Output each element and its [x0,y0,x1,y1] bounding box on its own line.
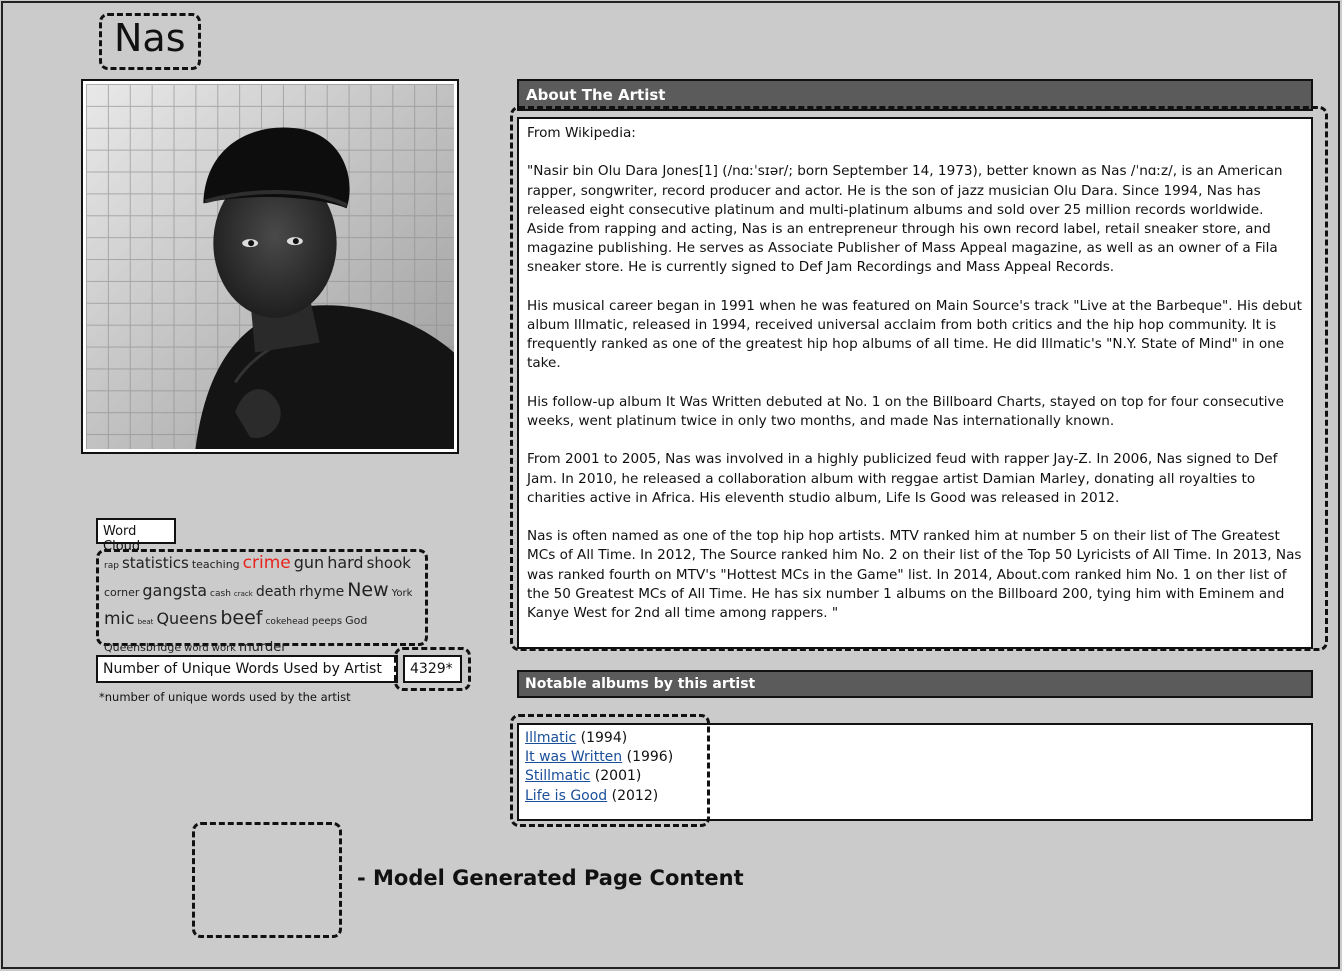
word-cloud-word: Queens [156,609,218,628]
word-cloud: rap statistics teaching crime gun hard shook co… [104,551,424,661]
legend-swatch [192,822,342,938]
album-year: (2001) [590,768,642,785]
albums-list: Illmatic (1994) It was Written (1996) Stil… [525,729,673,806]
legend-text: - Model Generated Page Content [357,866,744,890]
about-paragraph: His follow-up album It Was Written debut… [527,393,1284,429]
albums-header: Notable albums by this artist [517,670,1313,698]
about-paragraph: Nas is often named as one of the top hip… [527,528,1302,621]
word-cloud-word: corner [104,586,140,599]
album-link[interactable]: It was Written [525,749,622,765]
artist-photo-image [86,84,454,449]
about-body: From Wikipedia: "Nasir bin Olu Dara Jones… [517,117,1313,649]
artist-photo [81,79,459,454]
unique-words-label: Number of Unique Words Used by Artist [96,655,398,683]
page-title: Nas [114,16,186,60]
album-item: Life is Good (2012) [525,787,673,806]
word-cloud-word: hard [327,553,364,572]
word-cloud-word: cash [210,589,231,599]
unique-words-value: 4329* [403,655,462,683]
word-cloud-word: gun [293,553,325,572]
word-cloud-word: death [255,584,297,600]
word-cloud-word: gangsta [142,581,208,600]
word-cloud-word: beat [137,618,154,626]
word-cloud-word: mic [104,609,135,629]
album-year: (2012) [607,787,659,804]
word-cloud-word: New [347,579,389,601]
word-cloud-word: shook [366,554,411,572]
about-paragraph: His musical career began in 1991 when he… [527,297,1302,372]
word-cloud-word: God [345,614,368,627]
word-cloud-word: crack [233,590,253,598]
word-cloud-word: York [391,588,413,599]
album-item: It was Written (1996) [525,748,673,767]
word-cloud-label: Word Cloud [96,518,176,554]
word-cloud-word: teaching [191,558,240,571]
word-cloud-word: statistics [121,554,189,572]
word-cloud-word: rap [104,561,119,571]
about-paragraph: "Nasir bin Olu Dara Jones[1] (/nɑːˈsɪər/… [527,163,1283,276]
album-year: (1996) [622,749,674,766]
word-cloud-word: crime [242,553,291,573]
word-cloud-word: peeps [311,616,343,627]
about-paragraph: From Wikipedia: [527,125,636,141]
word-cloud-word: beef [220,607,263,629]
album-link[interactable]: Stillmatic [525,768,590,784]
album-item: Stillmatic (2001) [525,767,673,786]
album-item: Illmatic (1994) [525,729,673,748]
word-cloud-word: cokehead [265,617,309,627]
about-paragraph: From 2001 to 2005, Nas was involved in a… [527,451,1278,506]
unique-words-footnote: *number of unique words used by the arti… [99,690,351,704]
album-year: (1994) [576,730,628,746]
album-link[interactable]: Illmatic [525,730,576,746]
word-cloud-word: rhyme [299,584,345,600]
album-link[interactable]: Life is Good [525,788,607,804]
